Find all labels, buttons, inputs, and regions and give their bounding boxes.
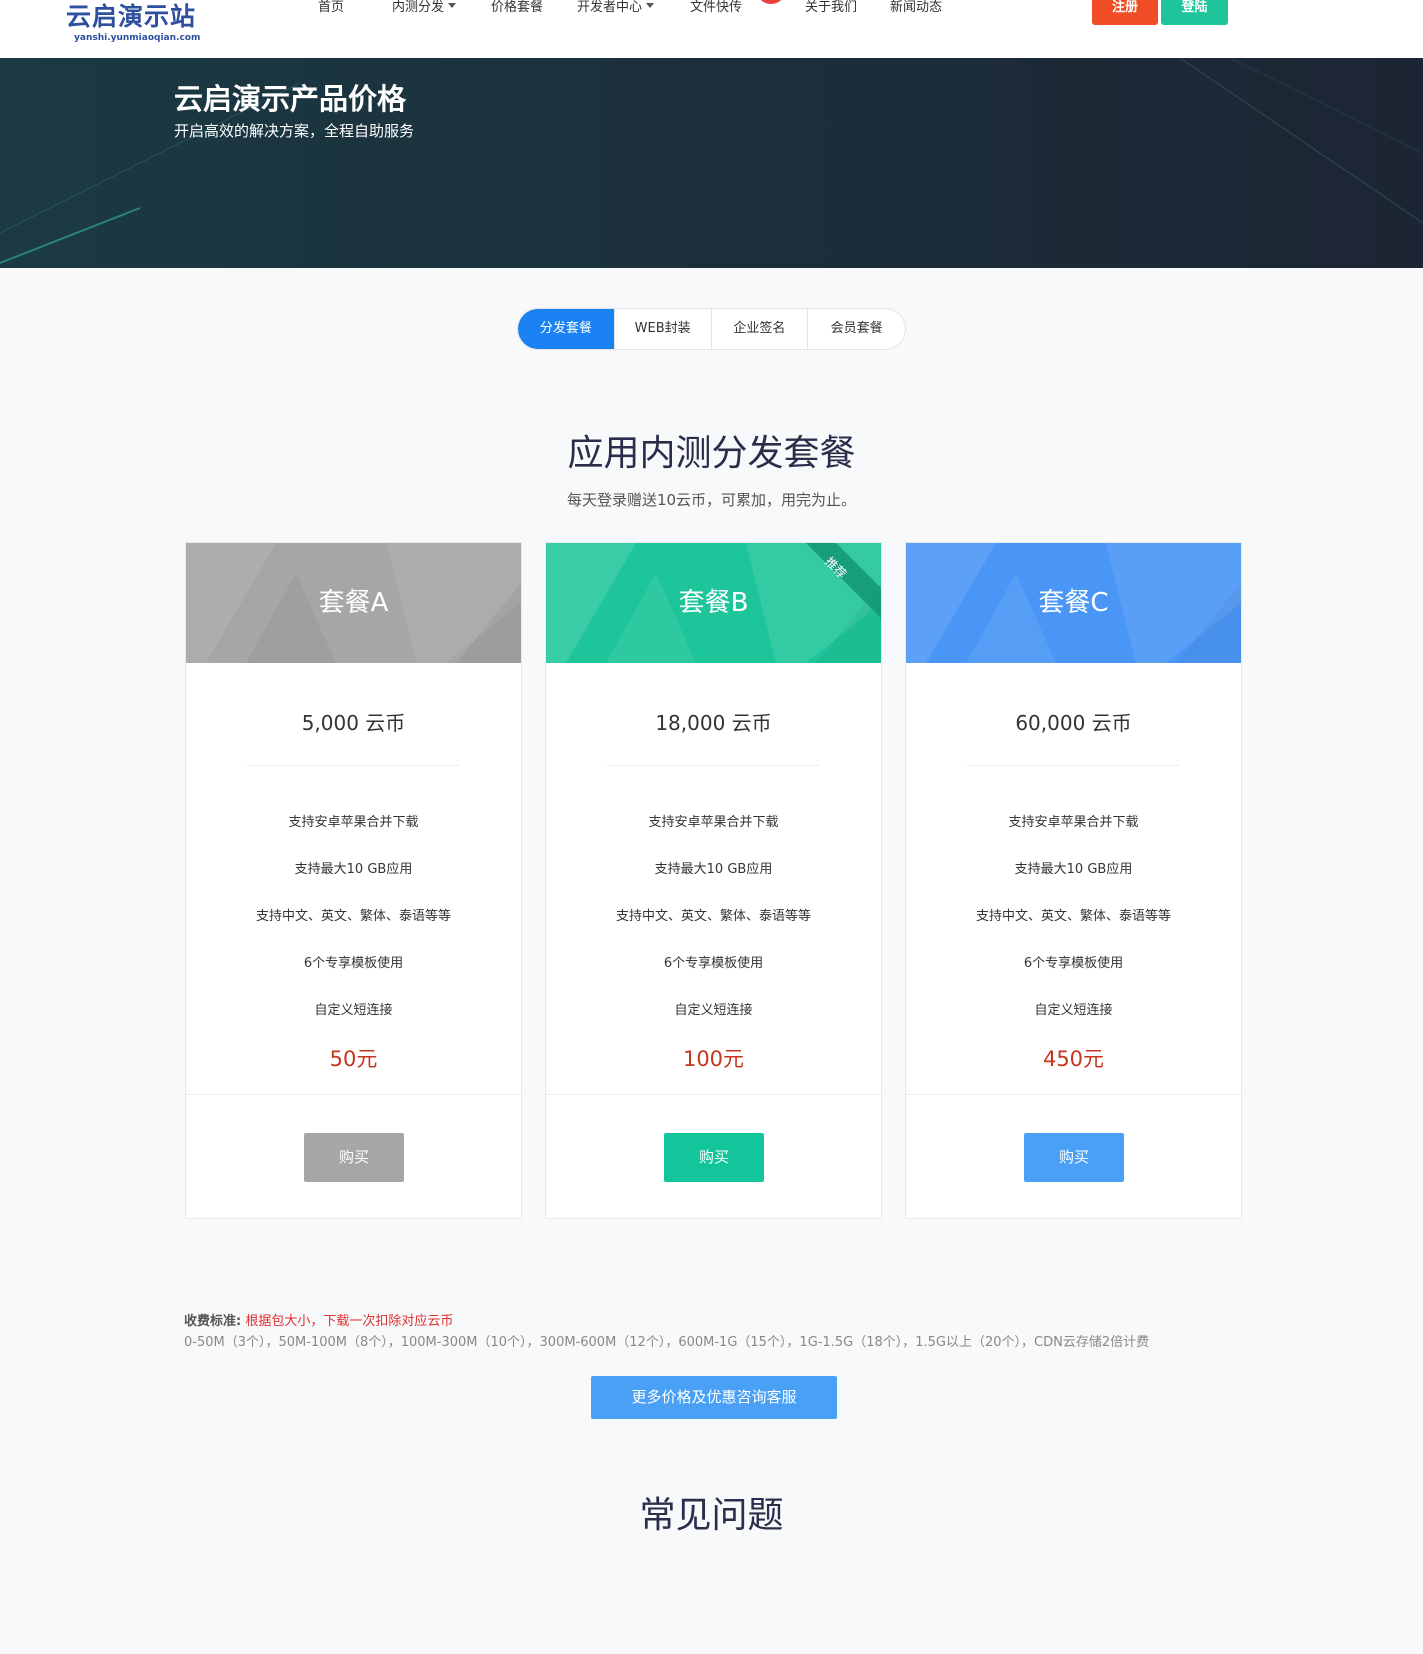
nav-item-developer-center[interactable]: 开发者中心 bbox=[577, 0, 655, 16]
plan-card-header: 套餐A bbox=[186, 543, 521, 663]
nav-item-label: 内测分发 bbox=[392, 0, 445, 15]
plan-coins: 60,000 云币 bbox=[1015, 711, 1132, 735]
nav-item-pricing[interactable]: 价格套餐 bbox=[491, 0, 543, 16]
plan-feature: 自定义短连接 bbox=[314, 1003, 393, 1018]
section-subtitle: 每天登录赠送10云币，可累加，用完为止。 bbox=[566, 491, 857, 509]
plan-name: 套餐A bbox=[318, 588, 389, 618]
plan-card-c: 套餐C 60,000 云币 支持安卓苹果合并下载 支持最大10 GB应用 支持中… bbox=[905, 542, 1242, 1219]
fee-label: 收费标准: bbox=[184, 1314, 242, 1329]
tab-distribution-plans[interactable]: 分发套餐 bbox=[518, 309, 615, 349]
plan-coins: 18,000 云币 bbox=[655, 711, 772, 735]
plan-feature: 支持最大10 GB应用 bbox=[294, 862, 413, 877]
contact-support-button[interactable]: 更多价格及优惠咨询客服 bbox=[591, 1376, 837, 1419]
tab-web-packaging[interactable]: WEB封装 bbox=[615, 309, 712, 349]
plan-tabs: 分发套餐 WEB封装 企业签名 会员套餐 bbox=[517, 308, 906, 350]
plan-coins: 5,000 云币 bbox=[301, 711, 406, 735]
top-nav: 云启演示站 yanshi.yunmiaoqian.com 首页 内测分发 价格套… bbox=[0, 0, 1423, 58]
fee-tiers: 0-50M（3个），50M-100M（8个），100M-300M（10个），30… bbox=[184, 1335, 1150, 1350]
plan-feature: 支持安卓苹果合并下载 bbox=[1008, 815, 1139, 830]
divider bbox=[247, 765, 460, 766]
plan-feature: 支持安卓苹果合并下载 bbox=[288, 815, 419, 830]
nav-item-file-transfer[interactable]: 文件快传 bbox=[690, 0, 742, 16]
plan-card-b: 推荐 套餐B 18,000 云币 支持安卓苹果合并下载 支持最大10 GB应用 … bbox=[545, 542, 882, 1219]
fee-standard: 收费标准: 根据包大小，下载一次扣除对应云币 bbox=[184, 1310, 453, 1329]
site-logo[interactable]: 云启演示站 yanshi.yunmiaoqian.com bbox=[66, 0, 216, 50]
divider bbox=[906, 1094, 1241, 1095]
plan-feature: 支持最大10 GB应用 bbox=[1014, 862, 1133, 877]
plan-price: 100元 bbox=[682, 1047, 745, 1071]
plan-name: 套餐B bbox=[678, 588, 749, 618]
nav-item-label: 关于我们 bbox=[805, 0, 858, 15]
buy-button-b[interactable]: 购买 bbox=[664, 1133, 764, 1182]
buy-button-c[interactable]: 购买 bbox=[1024, 1133, 1124, 1182]
plan-feature: 支持中文、英文、繁体、泰语等等 bbox=[975, 909, 1171, 924]
nav-item-about[interactable]: 关于我们 bbox=[805, 0, 857, 16]
tab-enterprise-signing[interactable]: 企业签名 bbox=[712, 309, 809, 349]
nav-item-news[interactable]: 新闻动态 bbox=[890, 0, 942, 16]
register-button[interactable]: 注册 bbox=[1092, 0, 1158, 25]
plan-name: 套餐C bbox=[1038, 588, 1109, 618]
nav-item-label: 价格套餐 bbox=[491, 0, 544, 15]
buy-button-a[interactable]: 购买 bbox=[304, 1133, 404, 1182]
caret-down-icon bbox=[448, 3, 457, 8]
plan-feature: 支持安卓苹果合并下载 bbox=[648, 815, 779, 830]
logo-title: 云启演示站 bbox=[66, 2, 197, 31]
section-title: 应用内测分发套餐 bbox=[567, 433, 856, 474]
plan-feature: 6个专享模板使用 bbox=[663, 956, 764, 971]
caret-down-icon bbox=[646, 3, 655, 8]
login-button[interactable]: 登陆 bbox=[1161, 0, 1228, 25]
hot-badge-icon bbox=[756, 0, 786, 4]
plan-feature: 自定义短连接 bbox=[674, 1003, 753, 1018]
hero-banner: 云启演示产品价格 开启高效的解决方案，全程自助服务 bbox=[0, 58, 1423, 268]
nav-item-home[interactable]: 首页 bbox=[318, 0, 344, 16]
plan-card-header: 套餐C bbox=[906, 543, 1241, 663]
page-subtitle: 开启高效的解决方案，全程自助服务 bbox=[174, 122, 415, 140]
fee-rule: 根据包大小，下载一次扣除对应云币 bbox=[245, 1314, 454, 1329]
plan-feature: 支持中文、英文、繁体、泰语等等 bbox=[255, 909, 451, 924]
faq-title: 常见问题 bbox=[639, 1495, 784, 1536]
plan-card-a: 套餐A 5,000 云币 支持安卓苹果合并下载 支持最大10 GB应用 支持中文… bbox=[185, 542, 522, 1219]
nav-item-label: 首页 bbox=[318, 0, 345, 15]
divider bbox=[967, 765, 1180, 766]
plan-feature: 支持最大10 GB应用 bbox=[654, 862, 773, 877]
plan-feature: 自定义短连接 bbox=[1034, 1003, 1113, 1018]
nav-item-beta-distribution[interactable]: 内测分发 bbox=[392, 0, 457, 16]
plan-price: 50元 bbox=[329, 1047, 378, 1071]
plan-card-header: 推荐 套餐B bbox=[546, 543, 881, 663]
divider bbox=[546, 1094, 881, 1095]
logo-domain: yanshi.yunmiaoqian.com bbox=[74, 33, 201, 43]
divider bbox=[186, 1094, 521, 1095]
nav-item-label: 开发者中心 bbox=[577, 0, 643, 15]
plan-feature: 6个专享模板使用 bbox=[303, 956, 404, 971]
divider bbox=[607, 765, 820, 766]
plan-feature: 支持中文、英文、繁体、泰语等等 bbox=[615, 909, 811, 924]
nav-item-label: 新闻动态 bbox=[890, 0, 943, 15]
nav-item-label: 文件快传 bbox=[690, 0, 743, 15]
page-title: 云启演示产品价格 bbox=[174, 82, 407, 116]
tab-membership-plans[interactable]: 会员套餐 bbox=[808, 309, 905, 349]
plan-price: 450元 bbox=[1042, 1047, 1105, 1071]
plan-feature: 6个专享模板使用 bbox=[1023, 956, 1124, 971]
